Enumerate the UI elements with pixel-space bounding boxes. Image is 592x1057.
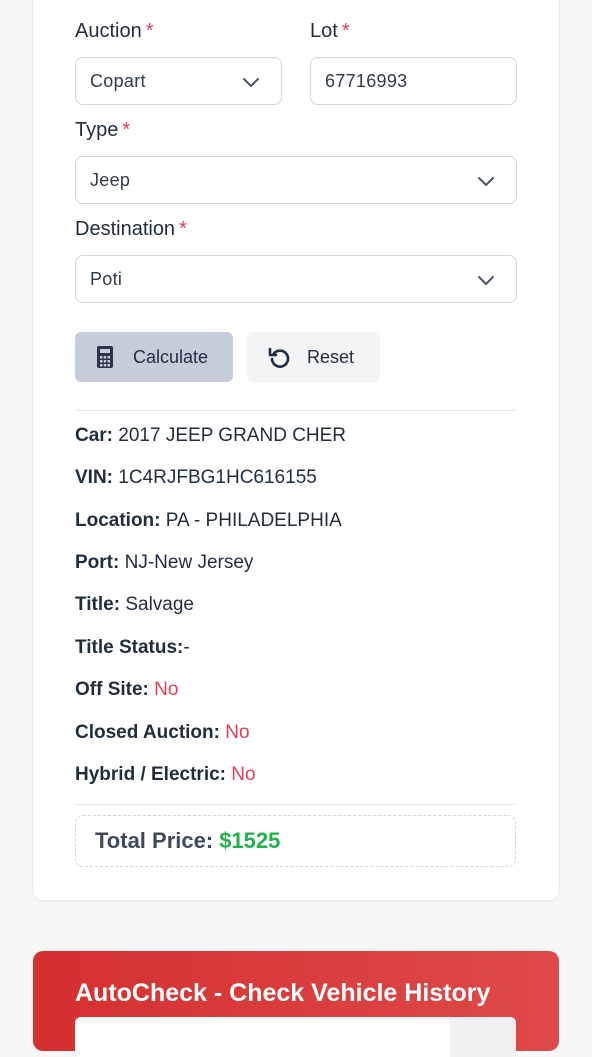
destination-select-value: Poti xyxy=(90,268,123,289)
detail-title-label: Title: xyxy=(75,594,121,615)
required-marker: * xyxy=(341,20,350,42)
chevron-down-icon xyxy=(478,276,494,285)
required-marker: * xyxy=(122,119,131,141)
calculate-button-label: Calculate xyxy=(133,346,209,367)
total-price-label: Total Price: xyxy=(95,828,214,853)
lot-input[interactable]: 67716993 xyxy=(310,57,517,105)
calculator-icon xyxy=(97,346,113,368)
type-select[interactable]: Jeep xyxy=(75,156,517,204)
detail-title-value: Salvage xyxy=(125,594,194,615)
detail-hybrid-electric-label: Hybrid / Electric: xyxy=(75,764,226,785)
calculate-button[interactable]: Calculate xyxy=(75,332,233,382)
total-price-value: $1525 xyxy=(219,828,281,853)
type-label: Type * xyxy=(75,119,130,142)
auction-label: Auction * xyxy=(75,20,154,43)
chevron-down-icon xyxy=(243,78,259,87)
detail-title-status-value: - xyxy=(183,637,190,658)
detail-off-site: Off Site: No xyxy=(75,679,178,701)
reset-icon xyxy=(268,347,290,368)
autocheck-vin-input[interactable] xyxy=(75,1017,516,1057)
detail-port-value: NJ-New Jersey xyxy=(124,552,254,573)
reset-button-label: Reset xyxy=(307,346,355,367)
autocheck-title: AutoCheck - Check Vehicle History xyxy=(75,979,491,1007)
detail-off-site-value: No xyxy=(154,679,179,700)
divider xyxy=(75,804,516,805)
detail-hybrid-electric-value: No xyxy=(231,764,256,785)
type-label-text: Type xyxy=(75,119,119,141)
type-select-value: Jeep xyxy=(90,169,131,190)
detail-closed-auction-value: No xyxy=(225,722,250,743)
detail-title-status: Title Status:- xyxy=(75,637,190,659)
divider xyxy=(75,410,516,411)
autocheck-panel: AutoCheck - Check Vehicle History xyxy=(33,951,559,1057)
detail-port: Port: NJ-New Jersey xyxy=(75,552,253,574)
auction-label-text: Auction xyxy=(75,20,142,42)
required-marker: * xyxy=(145,20,154,42)
detail-off-site-label: Off Site: xyxy=(75,679,149,700)
auction-select-value: Copart xyxy=(90,70,146,91)
detail-closed-auction-label: Closed Auction: xyxy=(75,722,220,743)
detail-hybrid-electric: Hybrid / Electric: No xyxy=(75,764,256,786)
lot-label-text: Lot xyxy=(310,20,338,42)
detail-car-label: Car: xyxy=(75,425,114,446)
lot-label: Lot * xyxy=(310,20,350,43)
detail-title-status-label: Title Status: xyxy=(75,637,184,658)
destination-select[interactable]: Poti xyxy=(75,255,517,303)
detail-title: Title: Salvage xyxy=(75,594,194,616)
total-price-box: Total Price: $1525 xyxy=(75,815,516,867)
detail-vin-label: VIN: xyxy=(75,467,113,488)
detail-location-value: PA - PHILADELPHIA xyxy=(165,510,342,531)
destination-label-text: Destination xyxy=(75,218,176,240)
autocheck-submit-button[interactable] xyxy=(450,1017,516,1057)
detail-car-value: 2017 JEEP GRAND CHER xyxy=(118,425,347,446)
detail-port-label: Port: xyxy=(75,552,120,573)
auction-select[interactable]: Copart xyxy=(75,57,282,105)
reset-button[interactable]: Reset xyxy=(247,332,380,382)
detail-car: Car: 2017 JEEP GRAND CHER xyxy=(75,425,346,447)
detail-vin: VIN: 1C4RJFBG1HC616155 xyxy=(75,467,317,489)
destination-label: Destination * xyxy=(75,218,187,241)
detail-location-label: Location: xyxy=(75,510,161,531)
lot-input-value: 67716993 xyxy=(325,70,408,91)
detail-location: Location: PA - PHILADELPHIA xyxy=(75,510,342,532)
required-marker: * xyxy=(179,218,187,240)
chevron-down-icon xyxy=(478,177,494,186)
detail-vin-value: 1C4RJFBG1HC616155 xyxy=(118,467,317,488)
detail-closed-auction: Closed Auction: No xyxy=(75,722,250,744)
